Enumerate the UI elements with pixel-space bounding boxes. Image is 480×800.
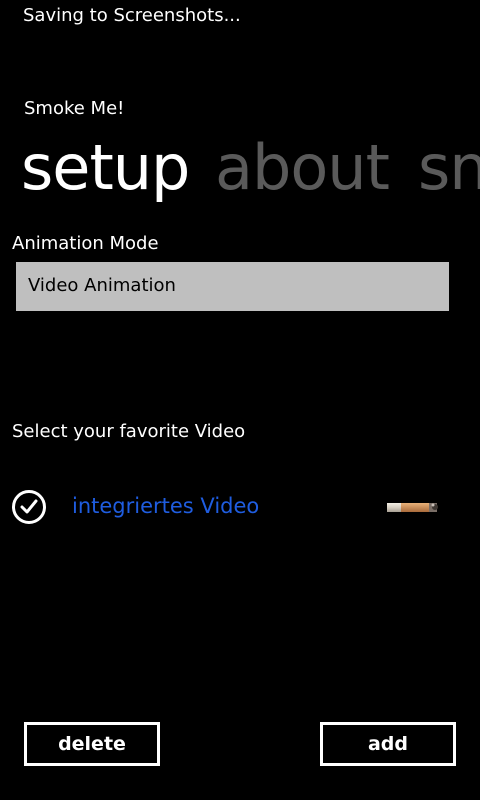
favorite-video-label: Select your favorite Video (12, 421, 246, 442)
status-bar-text: Saving to Screenshots... (23, 5, 241, 26)
pivot-tab-next[interactable]: sn (418, 128, 480, 208)
video-list-item[interactable]: integriertes Video (12, 488, 452, 532)
animation-mode-picker[interactable]: Video Animation (16, 262, 449, 311)
pivot-tab-about[interactable]: about (215, 128, 390, 208)
add-button[interactable]: add (320, 722, 456, 766)
delete-button[interactable]: delete (24, 722, 160, 766)
app-title: Smoke Me! (24, 98, 125, 119)
animation-mode-label: Animation Mode (12, 233, 159, 254)
checkmark-icon[interactable] (12, 490, 46, 524)
pivot-headers: setup about sn (0, 128, 480, 208)
pivot-tab-setup[interactable]: setup (21, 128, 190, 208)
video-name[interactable]: integriertes Video (72, 494, 259, 518)
animation-mode-value: Video Animation (28, 275, 176, 296)
cigarette-thumbnail-icon (387, 503, 438, 512)
